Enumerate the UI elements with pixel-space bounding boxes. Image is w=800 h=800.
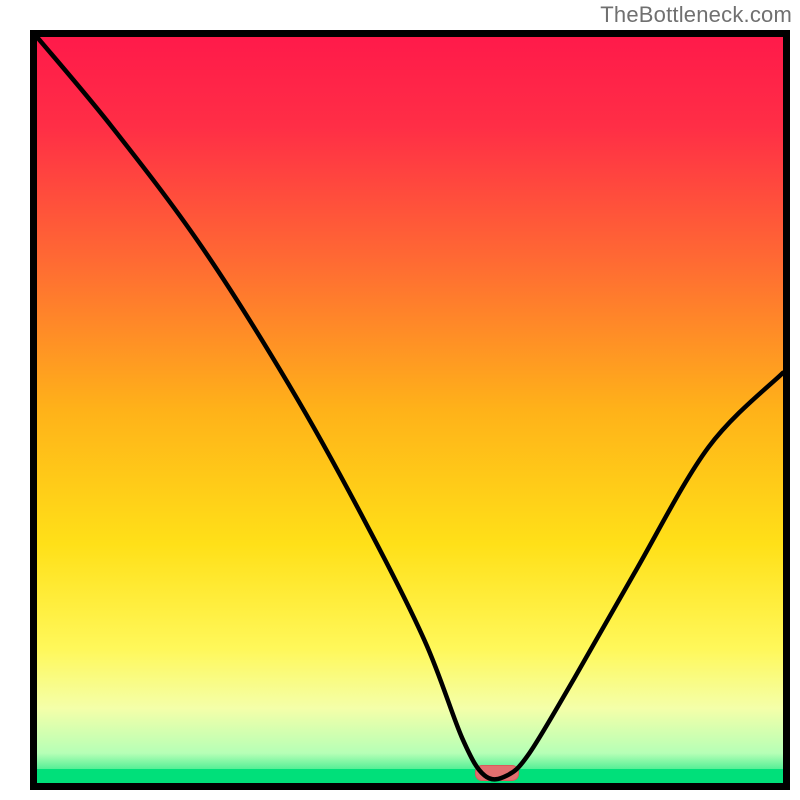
plot-area	[37, 37, 783, 783]
bottleneck-curve	[37, 37, 783, 783]
plot-frame	[30, 30, 790, 790]
watermark-text: TheBottleneck.com	[600, 2, 792, 28]
